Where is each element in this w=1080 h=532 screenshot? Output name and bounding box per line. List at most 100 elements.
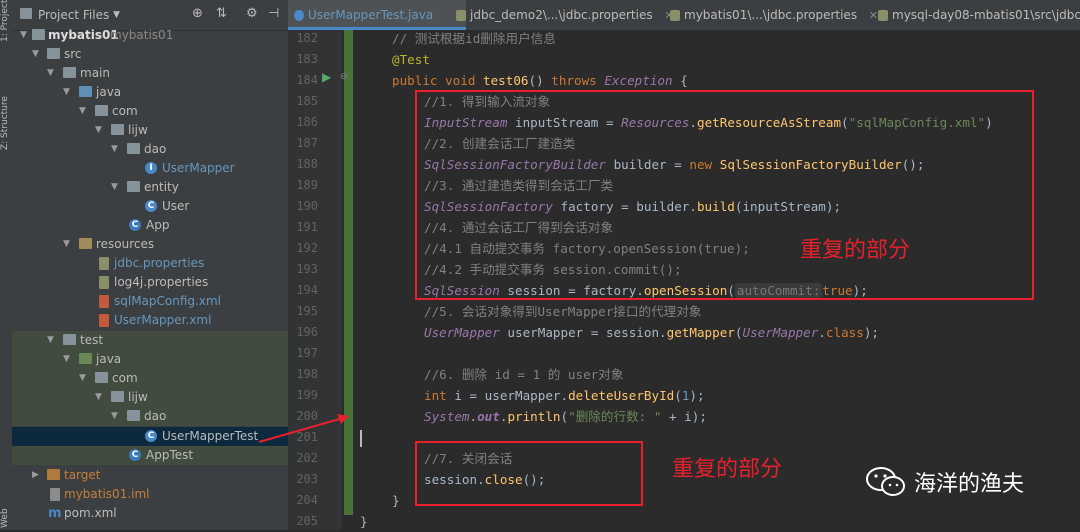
tree-item-iml[interactable]: mybatis01.iml [12, 485, 288, 504]
expand-arrow-icon[interactable]: ▼ [20, 26, 30, 45]
expand-arrow-icon[interactable]: ▼ [95, 121, 105, 140]
tree-item-usermapper-xml[interactable]: UserMapper.xml [12, 311, 288, 330]
tree-item-com[interactable]: ▼ com [12, 102, 288, 121]
tree-item-target[interactable]: ▶ target [12, 466, 288, 485]
expand-arrow-icon[interactable]: ▼ [111, 140, 121, 159]
gear-icon[interactable]: ⚙ [246, 6, 258, 21]
tree-item-label: log4j.properties [114, 275, 209, 289]
type-name: Exception [604, 73, 673, 88]
tree-item-label: sqlMapConfig.xml [114, 294, 221, 308]
expand-arrow-icon[interactable]: ▼ [63, 83, 73, 102]
closing-brace: } [392, 493, 400, 508]
package-icon [111, 124, 124, 135]
tree-item-label: dao [144, 142, 167, 156]
tree-item-mybatis01[interactable]: ▼ mybatis01 mybatis01 [12, 26, 288, 45]
tree-item-label: entity [144, 180, 179, 194]
expand-arrow-icon[interactable]: ▼ [47, 64, 57, 83]
expand-arrow-icon[interactable]: ▼ [79, 369, 89, 388]
code-line-184: public void test06() throws Exception { [392, 70, 688, 91]
line-number: 182 [296, 31, 318, 45]
tree-item-user[interactable]: C User [12, 197, 288, 216]
expand-arrow-icon[interactable]: ▼ [95, 388, 105, 407]
project-tool-button[interactable]: 1: Project [0, 0, 12, 42]
expand-arrow-icon[interactable]: ▶ [32, 466, 42, 485]
tree-item-label: java [96, 85, 122, 99]
tree-item-lijw[interactable]: ▼ lijw [12, 121, 288, 140]
closing-brace: } [360, 514, 368, 529]
line-number: 198 [296, 367, 318, 381]
code-text: i = userMapper. [446, 388, 569, 403]
tree-item-label: UserMapper.xml [114, 313, 212, 327]
chevron-down-icon[interactable]: ▼ [113, 10, 120, 20]
class-icon: C [145, 200, 157, 212]
code-text: ); [863, 325, 879, 340]
tab-label: mybatis01\...\jdbc.properties [684, 8, 858, 22]
tab-mysql-day08-properties[interactable]: mysql-day08-mbatis01\src\jdbc.properties [872, 0, 1080, 30]
tab-mybatis01-properties[interactable]: mybatis01\...\jdbc.properties ✕ [664, 0, 888, 30]
tree-item-jdbc-properties[interactable]: jdbc.properties [12, 254, 288, 273]
line-number: 189 [296, 178, 318, 192]
tree-item-test-lijw[interactable]: ▼ lijw [12, 388, 288, 407]
tree-item-dao[interactable]: ▼ dao [12, 140, 288, 159]
expand-arrow-icon[interactable]: ▼ [79, 102, 89, 121]
tree-item-test-dao[interactable]: ▼ dao [12, 407, 288, 426]
expand-arrow-icon[interactable]: ▼ [111, 178, 121, 197]
tree-item-app[interactable]: C App [12, 216, 288, 235]
folder-icon [47, 48, 60, 59]
repeated-code-highlight-box-2 [415, 441, 643, 506]
hide-icon[interactable]: ⊣ [268, 6, 279, 21]
line-number: 194 [296, 283, 318, 297]
tree-item-usermapper[interactable]: I UserMapper [12, 159, 288, 178]
fold-icon[interactable]: ⊖ [340, 72, 348, 82]
tree-item-log4j-properties[interactable]: log4j.properties [12, 273, 288, 292]
expand-arrow-icon[interactable]: ▼ [63, 235, 73, 254]
project-view-selector[interactable]: Project Files [38, 8, 109, 22]
structure-tool-button[interactable]: Z: Structure [0, 90, 12, 150]
type-name: System [424, 409, 470, 424]
tree-item-java[interactable]: ▼ java [12, 83, 288, 102]
text-caret [360, 430, 362, 447]
tree-item-resources[interactable]: ▼ resources [12, 235, 288, 254]
tree-item-entity[interactable]: ▼ entity [12, 178, 288, 197]
tree-item-test-java[interactable]: ▼ java [12, 350, 288, 369]
tree-item-test-com[interactable]: ▼ com [12, 369, 288, 388]
line-number: 202 [296, 451, 318, 465]
run-test-icon[interactable]: ▶ [322, 70, 331, 84]
tree-item-label: resources [96, 237, 155, 251]
target-icon[interactable]: ⊕ [192, 6, 203, 21]
project-files-icon [20, 8, 32, 19]
web-tool-button[interactable]: Web [0, 506, 12, 528]
properties-file-icon [878, 10, 888, 21]
tree-item-label: mybatis01.iml [64, 487, 150, 501]
code-text: () [528, 73, 552, 88]
line-number: 184 [296, 73, 318, 87]
tab-usermappertest[interactable]: UserMapperTest.java [288, 0, 466, 30]
tree-item-label: src [64, 47, 82, 61]
expand-arrow-icon[interactable]: ▼ [63, 350, 73, 369]
tree-item-label: lijw [128, 390, 148, 404]
method-call: println [507, 409, 561, 424]
tree-item-apptest[interactable]: C AppTest [12, 446, 288, 465]
comment: // 测试根据id删除用户信息 [392, 31, 556, 46]
tab-jdbc-demo2-properties[interactable]: jdbc_demo2\...\jdbc.properties ✕ [450, 0, 680, 30]
tree-item-main[interactable]: ▼ main [12, 64, 288, 83]
tree-item-src[interactable]: ▼ src [12, 45, 288, 64]
tree-item-test[interactable]: ▼ test [12, 331, 288, 350]
tree-item-sqlmapconfig[interactable]: sqlMapConfig.xml [12, 292, 288, 311]
expand-arrow-icon[interactable]: ▼ [111, 407, 121, 426]
tab-label: mysql-day08-mbatis01\src\jdbc.properties [892, 8, 1080, 22]
tree-item-pom[interactable]: m pom.xml [12, 504, 288, 523]
keyword: class [825, 325, 864, 340]
expand-arrow-icon[interactable]: ▼ [47, 331, 57, 350]
annotation: @Test [392, 52, 430, 67]
folder-icon [63, 67, 76, 78]
expand-arrow-icon[interactable]: ▼ [32, 45, 42, 64]
tree-item-usermappertest[interactable]: C UserMapperTest [12, 427, 288, 446]
tree-item-label: pom.xml [64, 506, 117, 520]
code-line-195: //5. 会话对象得到UserMapper接口的代理对象 [424, 301, 701, 322]
tree-item-label: main [80, 66, 110, 80]
wechat-icon [866, 467, 905, 496]
line-number: 192 [296, 241, 318, 255]
string-literal: "删除的行数: " [568, 409, 662, 424]
collapse-icon[interactable]: ⇅ [216, 6, 227, 21]
